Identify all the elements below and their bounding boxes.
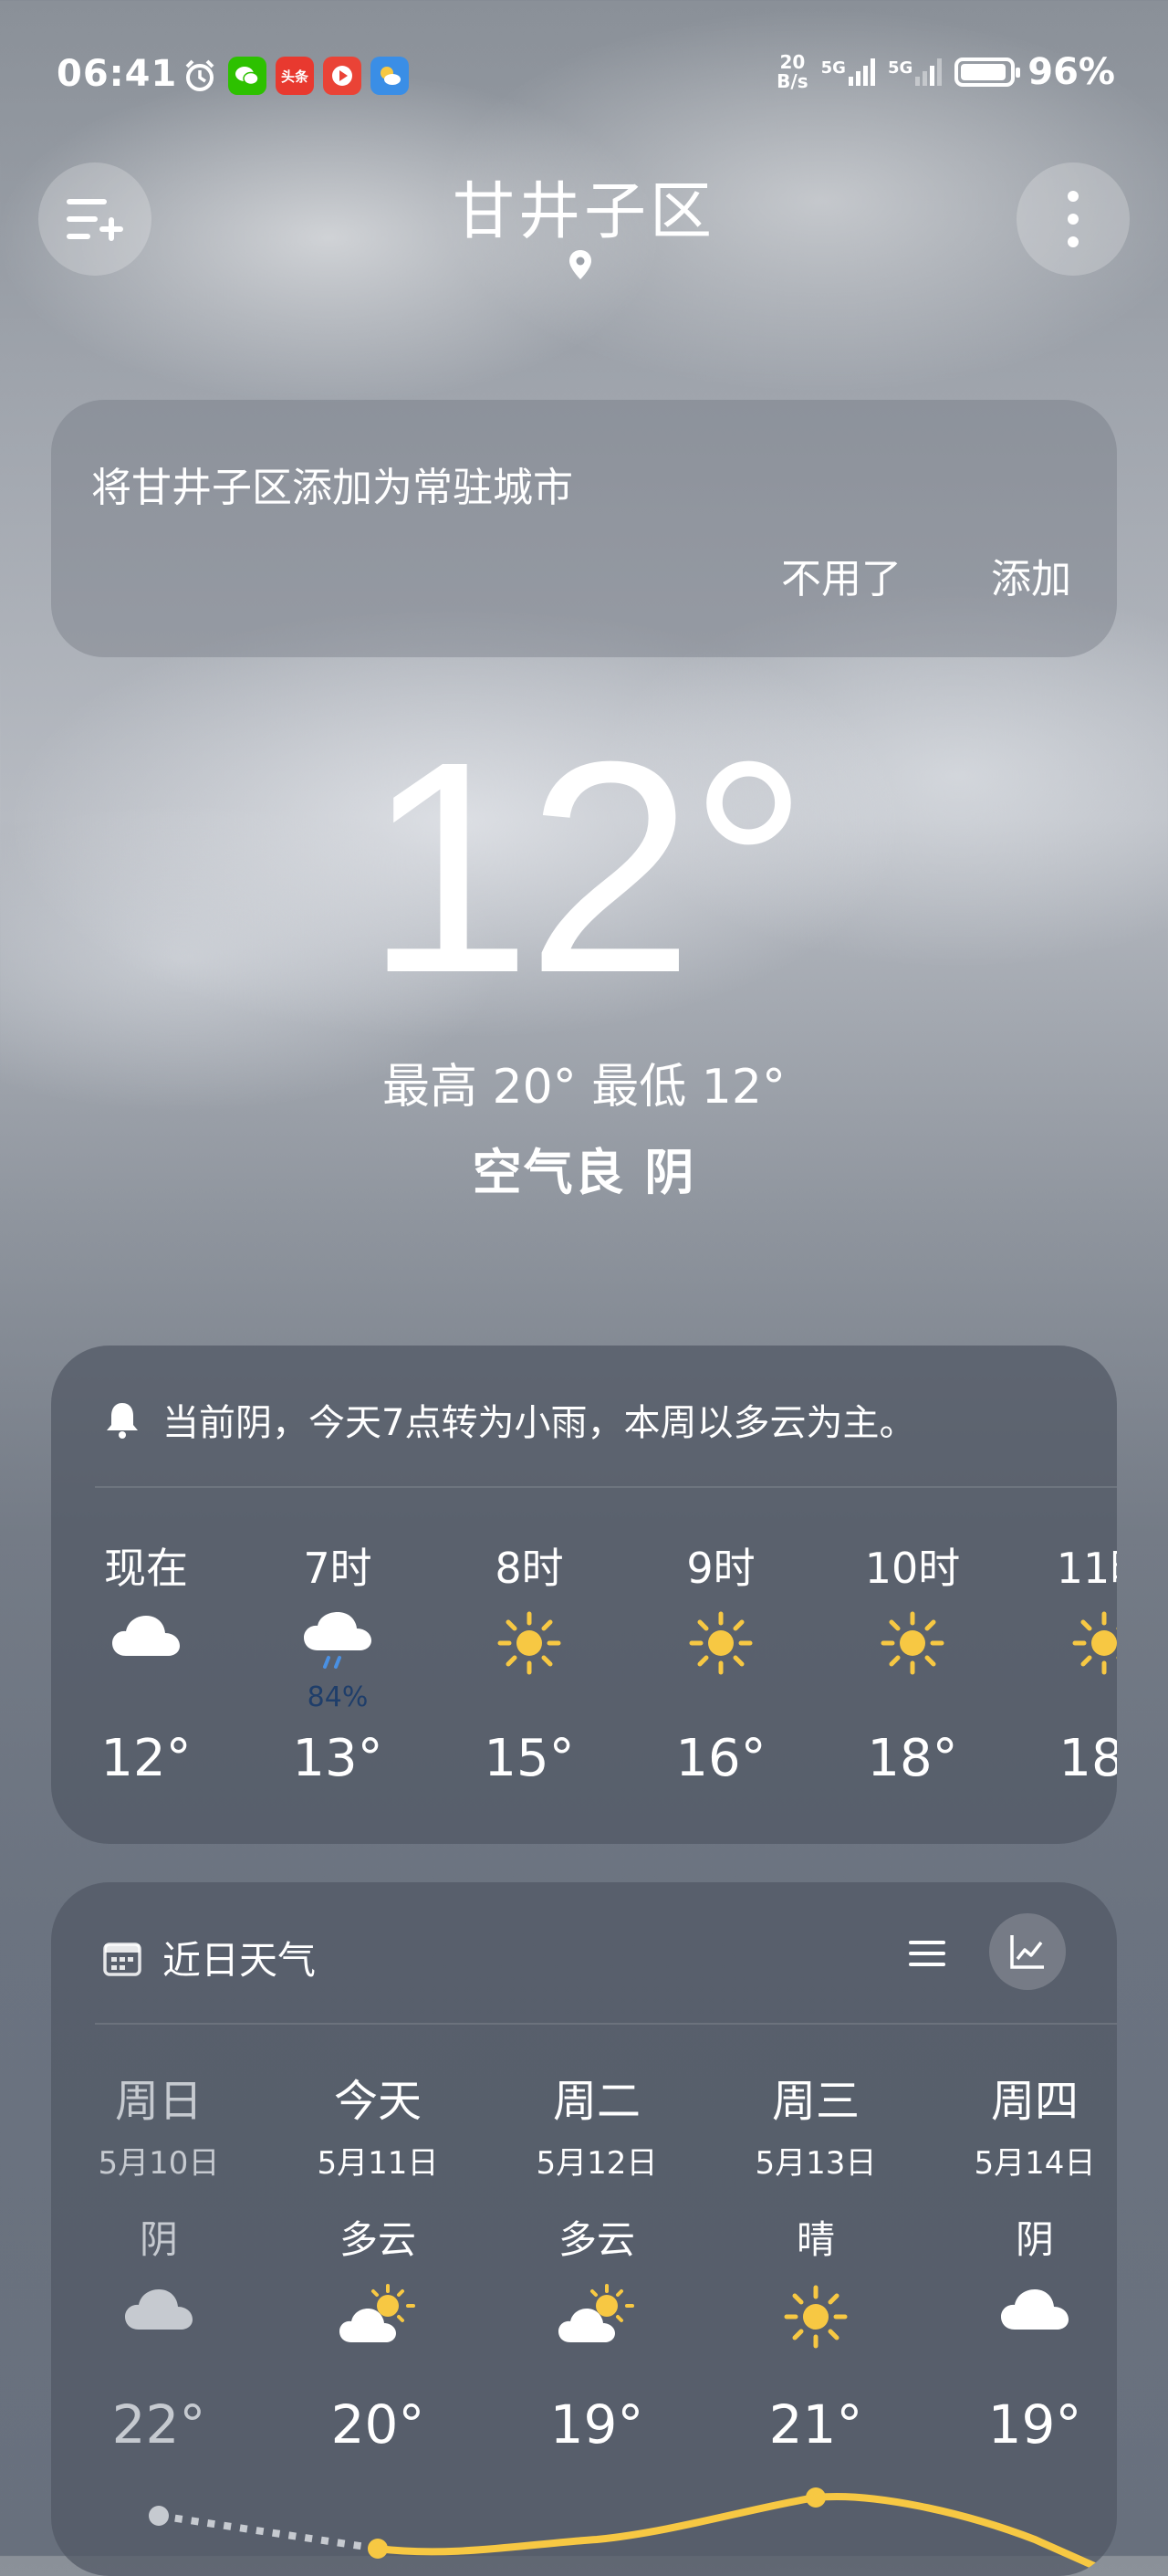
net-speed-value: 20 [779,51,806,73]
hour-label: 9时 [686,1544,756,1593]
high-low-temperature: 最高 20° 最低 12° [382,1060,786,1115]
sun-icon [639,1610,803,1676]
wechat-icon [228,57,266,95]
dismiss-button[interactable]: 不用了 [781,546,902,604]
status-right: 20 B/s 5G 5G 96% [777,51,1115,93]
forecast-notice: 当前阴，今天7点转为小雨，本周以多云为主。 [102,1393,915,1446]
high-temp-trend-line [149,2487,1117,2576]
notice-text: 当前阴，今天7点转为小雨，本周以多云为主。 [162,1402,916,1444]
alarm-icon [181,57,219,95]
daily-forecast-card: 近日天气 周日 5月10日 阴 22° 今天 5月11日 多云 20° 周二 5… [51,1882,1117,2576]
past-trend-segment [158,2512,379,2552]
city-name[interactable]: 甘井子区 [0,161,1168,251]
cloud-icon [64,1610,228,1661]
weather-app-icon [370,57,409,95]
add-city-card: 将甘井子区添加为常驻城市 不用了 添加 [51,400,1117,657]
sun-icon [1022,1610,1117,1676]
current-temperature: 12° [364,698,808,1035]
hour-label: 11时 [1056,1544,1117,1593]
more-button[interactable] [1017,162,1130,276]
signal-bars-icon [848,58,875,86]
hour-label: 10时 [864,1544,961,1593]
add-city-button[interactable]: 添加 [991,546,1071,604]
sim2-label: 5G [887,58,913,78]
net-speed: 20 B/s [777,53,808,91]
add-city-message: 将甘井子区添加为常驻城市 [91,465,573,511]
toutiao-label: 头条 [280,68,308,85]
hour-temp: 13° [292,1729,383,1788]
video-icon [323,57,361,95]
signal-sim2: 5G [887,58,943,86]
status-app-icons: 头条 [181,57,409,95]
rain-cloud-icon [256,1610,420,1674]
hour-label: 8时 [495,1544,564,1593]
hour-label: 现在 [104,1544,188,1593]
sim1-label: 5G [820,58,846,78]
hour-temp: 12° [100,1729,192,1788]
status-time: 06:41 [57,53,178,95]
toutiao-icon: 头条 [276,57,314,95]
bell-icon [107,1403,138,1439]
hour-temp: 15° [484,1729,575,1788]
signal-sim1: 5G [821,58,875,86]
more-vertical-icon [1068,191,1079,247]
battery-icon [954,58,1021,87]
net-speed-unit: B/s [777,70,808,92]
trend-point [806,2487,826,2508]
sun-icon [830,1610,995,1676]
hourly-forecast-card[interactable]: 当前阴，今天7点转为小雨，本周以多云为主。 现在 12° 7时 84% 13° … [51,1346,1117,1844]
trend-point [149,2506,169,2526]
hour-label: 7时 [303,1544,372,1593]
hour-temp: 18° [1058,1729,1117,1788]
hour-temp: 18° [867,1729,958,1788]
sun-icon [447,1610,611,1676]
rain-probability: 84% [307,1681,369,1713]
trend-segment [377,2493,1117,2576]
signal-bars-icon [915,58,943,86]
battery-percent: 96% [1027,51,1115,93]
divider [95,1486,1117,1488]
location-pin-icon [568,248,593,285]
air-quality-condition[interactable]: 空气良 阴 [0,1132,1168,1204]
hour-temp: 16° [675,1729,766,1788]
